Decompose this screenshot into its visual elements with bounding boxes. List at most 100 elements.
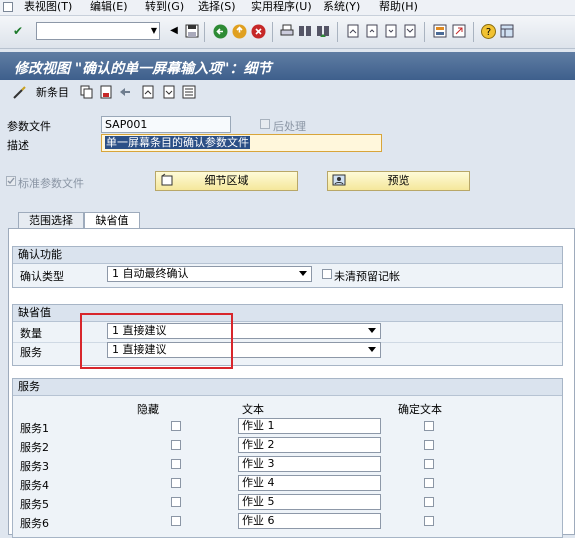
- no-reservation-label: 未清预留记帐: [334, 270, 400, 283]
- service-row-label: 服务2: [20, 441, 49, 454]
- back-arrow-small-icon[interactable]: ◀: [166, 23, 182, 39]
- detail-area-button[interactable]: 细节区域: [155, 171, 298, 191]
- col-hidden-header: 隐藏: [137, 403, 159, 416]
- service-row-label: 服务5: [20, 498, 49, 511]
- shortcut-icon[interactable]: [451, 23, 467, 39]
- chevron-down-icon[interactable]: [368, 347, 376, 352]
- service-hidden-checkbox[interactable]: [171, 440, 181, 450]
- service-hidden-checkbox[interactable]: [171, 497, 181, 507]
- svg-text:?: ?: [485, 27, 490, 38]
- detail-area-icon: [160, 173, 174, 192]
- print-icon[interactable]: [279, 23, 295, 39]
- menu-item-system[interactable]: 系统(Y): [323, 0, 360, 14]
- back-icon[interactable]: [212, 23, 228, 39]
- service-confirm-checkbox[interactable]: [424, 497, 434, 507]
- service-confirm-checkbox[interactable]: [424, 459, 434, 469]
- standard-param-label: 标准参数文件: [18, 177, 84, 190]
- first-page-icon[interactable]: [345, 23, 361, 39]
- enter-icon[interactable]: ✔: [10, 23, 26, 39]
- undo-icon[interactable]: [118, 85, 132, 101]
- highlight-box: [80, 313, 233, 369]
- no-reservation-checkbox[interactable]: [322, 269, 332, 279]
- save-icon[interactable]: [184, 23, 200, 39]
- application-toolbar: 新条目: [0, 81, 575, 105]
- last-page-icon[interactable]: [402, 23, 418, 39]
- preview-label: 预览: [387, 174, 410, 187]
- copy-icon[interactable]: [80, 85, 94, 101]
- post-process-label: 后处理: [273, 120, 306, 133]
- transport-icon[interactable]: [182, 85, 196, 101]
- service-row-label: 服务4: [20, 479, 49, 492]
- previous-page-icon[interactable]: [364, 23, 380, 39]
- toolbar-separator: [473, 22, 474, 42]
- service-label: 服务: [20, 346, 42, 359]
- col-confirm-text-header: 确定文本: [398, 403, 442, 416]
- confirm-type-value: 1 自动最终确认: [112, 267, 189, 280]
- menu-item-table-view[interactable]: 表视图(T): [24, 0, 72, 14]
- command-field[interactable]: ▼: [36, 22, 160, 40]
- service-text-field[interactable]: 作业 3: [238, 456, 381, 472]
- menu-item-selection[interactable]: 选择(S): [198, 0, 236, 14]
- service-text-field[interactable]: 作业 5: [238, 494, 381, 510]
- chevron-down-icon[interactable]: [368, 328, 376, 333]
- service-hidden-checkbox[interactable]: [171, 421, 181, 431]
- new-entries-button[interactable]: 新条目: [36, 85, 69, 101]
- service-row-label: 服务1: [20, 422, 49, 435]
- service-text-field[interactable]: 作业 4: [238, 475, 381, 491]
- next-page-icon[interactable]: [383, 23, 399, 39]
- service-text-field[interactable]: 作业 1: [238, 418, 381, 434]
- toolbar-separator: [272, 22, 273, 42]
- previous-entry-icon[interactable]: [141, 85, 155, 101]
- detail-area-label: 细节区域: [204, 174, 249, 187]
- new-entries-icon[interactable]: [12, 85, 27, 101]
- cancel-icon[interactable]: [250, 23, 266, 39]
- description-label: 描述: [7, 139, 29, 152]
- services-title: 服务: [13, 379, 562, 396]
- exit-icon[interactable]: [231, 23, 247, 39]
- chevron-down-icon[interactable]: [299, 271, 307, 276]
- help-icon[interactable]: ?: [480, 23, 496, 39]
- service-text-field[interactable]: 作业 2: [238, 437, 381, 453]
- delete-icon[interactable]: [99, 85, 113, 101]
- service-hidden-checkbox[interactable]: [171, 478, 181, 488]
- service-row-label: 服务6: [20, 517, 49, 530]
- toolbar-separator: [204, 22, 205, 42]
- layout-icon[interactable]: [499, 23, 515, 39]
- page-title: 修改视图 "确认的单一屏幕输入项"：细节: [14, 61, 272, 77]
- menu-item-utilities[interactable]: 实用程序(U): [251, 0, 312, 14]
- toolbar-separator: [337, 22, 338, 42]
- menu-item-goto[interactable]: 转到(G): [145, 0, 184, 14]
- confirm-type-label: 确认类型: [20, 270, 64, 283]
- preview-button[interactable]: 预览: [327, 171, 470, 191]
- tab-range-selection[interactable]: 范围选择: [18, 212, 84, 229]
- create-session-icon[interactable]: [432, 23, 448, 39]
- service-hidden-checkbox[interactable]: [171, 516, 181, 526]
- find-next-icon[interactable]: [315, 23, 331, 39]
- service-confirm-checkbox[interactable]: [424, 478, 434, 488]
- menu-item-edit[interactable]: 编辑(E): [90, 0, 128, 14]
- param-file-field[interactable]: SAP001: [101, 116, 231, 133]
- service-row-label: 服务3: [20, 460, 49, 473]
- menu-bar: 表视图(T) 编辑(E) 转到(G) 选择(S) 实用程序(U) 系统(Y) 帮…: [0, 0, 575, 16]
- next-entry-icon[interactable]: [162, 85, 176, 101]
- title-bar: 修改视图 "确认的单一屏幕输入项"：细节: [0, 52, 575, 80]
- menu-item-help[interactable]: 帮助(H): [379, 0, 418, 14]
- standard-param-checkbox: [6, 176, 16, 186]
- service-confirm-checkbox[interactable]: [424, 421, 434, 431]
- description-value: 单一屏幕条目的确认参数文件: [105, 136, 250, 149]
- col-text-header: 文本: [242, 403, 264, 416]
- description-field[interactable]: 单一屏幕条目的确认参数文件: [101, 134, 382, 152]
- service-text-field[interactable]: 作业 6: [238, 513, 381, 529]
- quantity-label: 数量: [20, 327, 42, 340]
- find-icon[interactable]: [297, 23, 313, 39]
- confirm-type-dropdown[interactable]: 1 自动最终确认: [107, 266, 312, 282]
- chevron-down-icon[interactable]: ▼: [151, 26, 157, 35]
- menu-icon[interactable]: [3, 2, 13, 12]
- service-hidden-checkbox[interactable]: [171, 459, 181, 469]
- toolbar-separator: [424, 22, 425, 42]
- service-confirm-checkbox[interactable]: [424, 516, 434, 526]
- service-confirm-checkbox[interactable]: [424, 440, 434, 450]
- confirm-function-title: 确认功能: [13, 247, 562, 264]
- preview-icon: [332, 173, 346, 192]
- standard-toolbar: ✔ ▼ ◀ ?: [0, 16, 575, 49]
